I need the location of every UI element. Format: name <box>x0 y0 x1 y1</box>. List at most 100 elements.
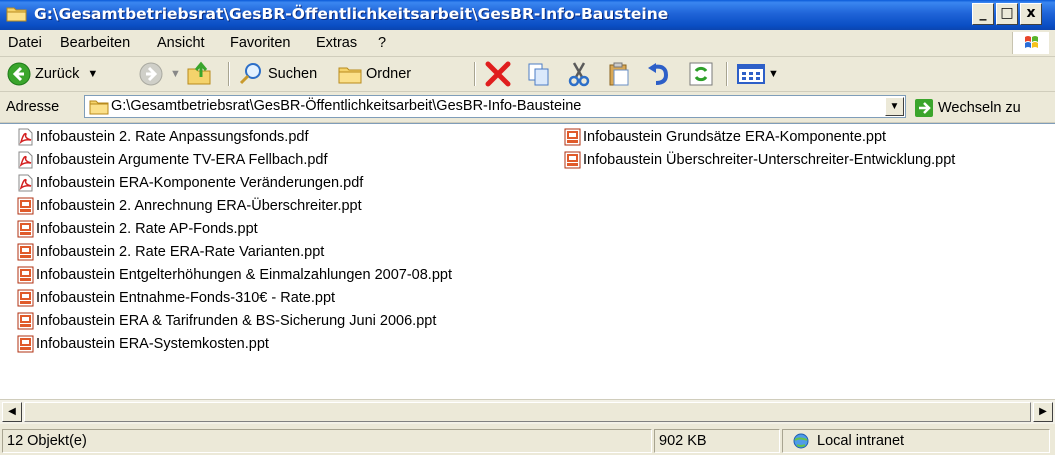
forward-button[interactable]: ▼ <box>138 60 181 88</box>
windows-logo-icon <box>1012 32 1049 54</box>
scissors-icon <box>568 62 590 87</box>
file-name: Infobaustein ERA-Komponente Veränderunge… <box>36 175 364 191</box>
folders-label: Ordner <box>366 66 412 82</box>
up-folder-icon <box>187 61 211 85</box>
file-item[interactable]: Infobaustein Entnahme-Fonds-310€ - Rate.… <box>17 287 335 309</box>
go-label: Wechseln zu <box>938 100 1021 116</box>
file-name: Infobaustein Entgelterhöhungen & Einmalz… <box>36 267 452 283</box>
ppt-file-icon <box>564 128 581 146</box>
file-item[interactable]: Infobaustein ERA & Tarifrunden & BS-Sich… <box>17 310 436 332</box>
horizontal-scrollbar[interactable]: ◀ ▶ <box>0 399 1055 424</box>
scroll-right-button[interactable]: ▶ <box>1033 402 1053 422</box>
file-name: Infobaustein ERA-Systemkosten.ppt <box>36 336 269 352</box>
views-dropdown-icon[interactable]: ▼ <box>768 68 779 80</box>
toolbar-separator <box>228 62 230 86</box>
ppt-file-icon <box>17 220 34 238</box>
file-item[interactable]: Infobaustein 2. Rate ERA-Rate Varianten.… <box>17 241 324 263</box>
pdf-file-icon <box>18 151 33 169</box>
search-icon <box>239 63 261 85</box>
delete-button[interactable] <box>484 60 512 88</box>
undo-button[interactable] <box>646 60 672 88</box>
refresh-button[interactable] <box>688 60 714 88</box>
ppt-file-icon <box>17 266 34 284</box>
local-intranet-icon <box>793 433 809 449</box>
menu-edit[interactable]: Bearbeiten <box>60 35 130 51</box>
maximize-button[interactable]: □ <box>996 3 1018 25</box>
status-size: 902 KB <box>654 429 780 453</box>
address-bar: Adresse G:\Gesamtbetriebsrat\GesBR-Öffen… <box>0 92 1055 123</box>
paste-button[interactable] <box>606 60 632 88</box>
ppt-file-icon <box>17 289 34 307</box>
menu-favorites[interactable]: Favoriten <box>230 35 290 51</box>
views-icon <box>737 64 765 84</box>
file-name: Infobaustein 2. Rate ERA-Rate Varianten.… <box>36 244 325 260</box>
file-item[interactable]: Infobaustein Grundsätze ERA-Komponente.p… <box>564 126 886 148</box>
file-item[interactable]: Infobaustein ERA-Systemkosten.ppt <box>17 333 269 355</box>
delete-x-icon <box>485 61 511 87</box>
go-button[interactable]: Wechseln zu <box>914 98 1021 118</box>
file-item[interactable]: Infobaustein 2. Rate AP-Fonds.ppt <box>17 218 258 240</box>
ppt-file-icon <box>17 335 34 353</box>
folders-icon <box>338 67 362 84</box>
file-item[interactable]: Infobaustein 2. Anrechnung ERA-Überschre… <box>17 195 362 217</box>
folder-icon <box>89 100 109 115</box>
ppt-file-icon <box>564 151 581 169</box>
file-name: Infobaustein Entnahme-Fonds-310€ - Rate.… <box>36 290 336 306</box>
toolbar-separator <box>726 62 728 86</box>
pdf-file-icon <box>18 128 33 146</box>
up-folder-button[interactable] <box>186 60 214 88</box>
title-bar[interactable]: G:\Gesamtbetriebsrat\GesBR-Öffentlichkei… <box>0 0 1055 30</box>
address-text[interactable]: G:\Gesamtbetriebsrat\GesBR-Öffentlichkei… <box>111 98 581 114</box>
file-name: Infobaustein Argumente TV-ERA Fellbach.p… <box>36 152 328 168</box>
window-title: G:\Gesamtbetriebsrat\GesBR-Öffentlichkei… <box>34 5 669 23</box>
file-name: Infobaustein ERA & Tarifrunden & BS-Sich… <box>36 313 437 329</box>
menu-tools[interactable]: Extras <box>316 35 357 51</box>
paste-clipboard-icon <box>609 62 629 86</box>
address-field[interactable]: G:\Gesamtbetriebsrat\GesBR-Öffentlichkei… <box>84 95 906 118</box>
file-name: Infobaustein 2. Rate AP-Fonds.ppt <box>36 221 258 237</box>
file-name: Infobaustein 2. Anrechnung ERA-Überschre… <box>36 198 362 214</box>
back-dropdown-icon[interactable]: ▼ <box>87 68 98 80</box>
file-item[interactable]: Infobaustein Überschreiter-Unterschreite… <box>564 149 955 171</box>
file-item[interactable]: Infobaustein 2. Rate Anpassungsfonds.pdf <box>17 126 308 148</box>
scrollbar-thumb[interactable] <box>24 402 1031 422</box>
file-item[interactable]: Infobaustein Entgelterhöhungen & Einmalz… <box>17 264 452 286</box>
scroll-left-button[interactable]: ◀ <box>2 402 22 422</box>
go-arrow-icon <box>915 99 933 117</box>
copy-to-button[interactable] <box>526 60 552 88</box>
explorer-window: G:\Gesamtbetriebsrat\GesBR-Öffentlichkei… <box>0 0 1055 455</box>
folder-icon <box>6 7 27 22</box>
status-zone-label: Local intranet <box>817 433 905 449</box>
forward-arrow-icon <box>139 62 163 86</box>
cut-button[interactable] <box>566 60 592 88</box>
address-label: Adresse <box>6 99 60 115</box>
ppt-file-icon <box>17 243 34 261</box>
menu-file[interactable]: Datei <box>8 35 42 51</box>
ppt-file-icon <box>17 312 34 330</box>
ppt-file-icon <box>17 197 34 215</box>
file-item[interactable]: Infobaustein Argumente TV-ERA Fellbach.p… <box>17 149 328 171</box>
close-button[interactable]: x <box>1020 3 1042 25</box>
file-item[interactable]: Infobaustein ERA-Komponente Veränderunge… <box>17 172 363 194</box>
back-label: Zurück <box>35 66 80 82</box>
status-zone: Local intranet <box>782 429 1050 453</box>
copy-to-icon <box>528 63 549 86</box>
search-button[interactable]: Suchen <box>238 60 317 88</box>
status-bar: 12 Objekt(e) 902 KB Local intranet <box>0 425 1055 455</box>
file-list: Infobaustein 2. Rate Anpassungsfonds.pdf… <box>0 123 1055 400</box>
forward-dropdown-icon[interactable]: ▼ <box>170 68 181 80</box>
toolbar: Zurück ▼ ▼ Suchen Ordner ▼ <box>0 57 1055 92</box>
views-button[interactable]: ▼ <box>736 60 779 88</box>
status-object-count: 12 Objekt(e) <box>2 429 652 453</box>
undo-icon <box>648 63 669 85</box>
folders-button[interactable]: Ordner <box>336 60 411 88</box>
back-button[interactable]: Zurück ▼ <box>6 60 98 88</box>
menu-help[interactable]: ? <box>378 35 386 51</box>
toolbar-separator <box>474 62 476 86</box>
minimize-button[interactable]: _ <box>972 3 994 25</box>
address-dropdown-button[interactable]: ▼ <box>885 97 904 116</box>
menu-view[interactable]: Ansicht <box>157 35 205 51</box>
search-label: Suchen <box>268 66 318 82</box>
back-arrow-icon <box>7 62 31 86</box>
file-name: Infobaustein Überschreiter-Unterschreite… <box>583 152 956 168</box>
